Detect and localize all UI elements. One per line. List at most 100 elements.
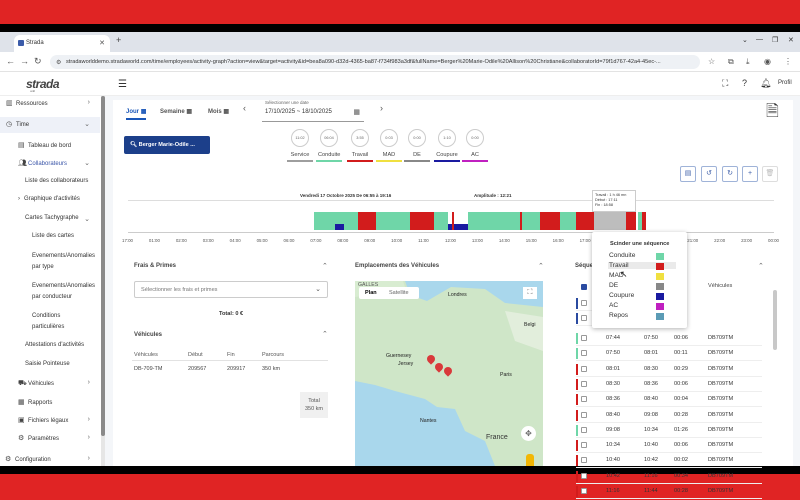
tab-jour[interactable]: Jour ▦ [126,108,147,120]
driver-select-button[interactable]: 🔍︎ Berger Marie-Odile ... [124,136,210,154]
strada-logo[interactable]: strada world [26,77,60,93]
split-option-travail[interactable]: Travail [608,262,676,269]
split-option-ac[interactable]: AC [609,302,618,309]
row-checkbox[interactable] [581,426,587,433]
split-option-de[interactable]: DE [609,282,618,289]
table-row[interactable]: 09:08 10:34 01:26 DB709TM [576,423,762,438]
new-tab-icon[interactable]: + [116,35,121,45]
collapse-map-icon[interactable]: ⌃ [538,262,544,270]
undo-button[interactable]: ↺ [701,166,717,182]
timeline-segment[interactable] [344,212,358,230]
map-compass-icon[interactable]: ✥ [521,426,536,441]
download-icon[interactable]: ⤓ [746,57,750,67]
map-fullscreen-icon[interactable]: ⛶ [523,287,537,299]
table-row[interactable]: 10:42 11:16 00:34 DB709TM [576,469,762,484]
split-option-repos[interactable]: Repos [609,312,628,319]
date-range-picker[interactable]: Sélectionner une date 17/10/2025 ~ 18/10… [262,100,364,122]
sidebar-item-cartes-tachygraphe[interactable]: Cartes Tachygraphe [25,215,79,221]
collapse-frais-icon[interactable]: ⌃ [322,262,328,270]
sidebar-item-liste-collaborateurs[interactable]: Liste des collaborateurs [25,178,88,184]
site-info-icon[interactable]: ⚙ [56,59,61,66]
row-checkbox[interactable] [581,472,587,479]
select-all-checkbox[interactable] [581,284,587,290]
url-field[interactable]: ⚙ stradaworlddemo.stradaworld.com/time/e… [50,55,700,69]
timeline-segment[interactable] [626,212,636,230]
account-icon[interactable]: ◉ [764,57,771,66]
sidebar-item-anomalies-type[interactable]: Evenements/Anomalies par type [32,251,96,273]
frais-select[interactable]: Sélectionner les frais et primes ⌄ [134,281,328,298]
row-checkbox[interactable] [581,457,587,464]
previous-period-icon[interactable]: ‹ [243,103,246,113]
timeline-segment[interactable] [448,224,468,230]
timeline-segment[interactable] [432,212,448,230]
pdf-export-icon[interactable]: 🗎︎ [766,100,779,127]
row-checkbox[interactable] [581,315,587,321]
sidebar-item-tableau-de-bord[interactable]: ▤ Tableau de bord [18,141,71,149]
row-checkbox[interactable] [581,335,587,341]
back-icon[interactable]: ← [6,56,15,66]
sequences-scrollbar[interactable] [773,290,777,350]
map-type-switch[interactable]: Plan Satellite [359,287,419,299]
sidebar-item-ressources[interactable]: ▥ Ressources [6,99,48,107]
sidebar-item-saisie-pointeuse[interactable]: Saisie Pointeuse [25,361,70,367]
forward-icon[interactable]: → [20,56,29,66]
delete-button[interactable]: 🗑︎ [762,166,778,182]
sidebar-item-parametres[interactable]: ⚙ Paramètres [18,434,59,442]
sidebar-item-vehicules[interactable]: ⛟Véhicules [18,379,54,388]
tab-mois[interactable]: Mois ▦ [208,108,229,115]
table-row[interactable]: 10:40 10:42 00:02 DB709TM [576,453,762,469]
sidebar-item-liste-cartes[interactable]: Liste des cartes [32,233,74,239]
browser-tab[interactable]: Strada ✕ [14,35,110,52]
sidebar-item-conditions[interactable]: Conditions particulières [32,311,82,333]
map-tab-satellite[interactable]: Satellite [389,290,409,296]
table-row[interactable]: 07:44 07:50 00:06 DB709TM [576,331,762,346]
row-checkbox[interactable] [581,411,587,418]
add-sequence-button[interactable]: + [742,166,758,182]
hamburger-menu-icon[interactable]: ☰ [118,79,127,90]
fullscreen-icon[interactable]: ⛶ [722,78,728,89]
collapse-vehicules-icon[interactable]: ⌃ [322,330,328,338]
table-row[interactable]: 07:50 08:01 00:11 DB709TM [576,346,762,362]
timeline-segment[interactable] [376,212,410,230]
split-option-coupure[interactable]: Coupure [609,292,634,299]
bookmark-star-icon[interactable]: ☆ [708,57,715,66]
reload-icon[interactable]: ↻ [34,56,42,67]
timeline-segment[interactable] [560,212,576,230]
next-period-icon[interactable]: › [380,103,383,113]
help-icon[interactable]: ? [742,78,747,88]
profile-link[interactable]: Profil [778,80,792,86]
sidebar-item-fichiers-legaux[interactable]: ▣ Fichiers légaux [18,416,68,424]
browser-menu-icon[interactable]: ⋮ [784,57,792,66]
row-checkbox[interactable] [581,365,587,372]
row-checkbox[interactable] [581,442,587,449]
map-tab-plan[interactable]: Plan [365,290,377,296]
close-window-icon[interactable]: ✕ [788,36,794,44]
table-row[interactable]: 08:01 08:30 00:29 DB709TM [576,362,762,377]
sidebar-item-rapports[interactable]: ▦ Rapports [18,398,52,406]
row-checkbox[interactable] [581,300,587,306]
sidebar-item-collaborateurs[interactable]: 👥︎Collaborateurs [18,159,67,167]
row-checkbox[interactable] [581,396,587,403]
row-checkbox[interactable] [581,350,587,357]
sidebar-item-attestations[interactable]: Attestations d'activités [25,342,84,348]
table-row[interactable]: 08:36 08:40 00:04 DB709TM [576,392,762,408]
notification-bell-icon[interactable]: 🔔︎ [760,78,771,89]
collapse-sequences-icon[interactable]: ⌃ [758,262,764,270]
table-row[interactable]: 08:30 08:36 00:06 DB709TM [576,377,762,392]
street-view-icon[interactable] [526,454,534,466]
sidebar-item-anomalies-conducteur[interactable]: Evenements/Anomalies par conducteur [32,281,96,303]
row-checkbox[interactable] [581,488,587,494]
extension-icon[interactable]: ⧉ [728,57,734,67]
table-row[interactable]: 10:34 10:40 00:06 DB709TM [576,438,762,454]
split-option-conduite[interactable]: Conduite [609,252,635,259]
timeline-segment[interactable] [594,212,628,230]
expand-tabs-icon[interactable]: ⌄ [742,36,748,44]
timeline-segment[interactable] [540,212,560,230]
row-checkbox[interactable] [581,380,587,387]
timeline-segment[interactable] [642,212,646,230]
sidebar-item-configuration[interactable]: ⚙ Configuration [5,455,51,463]
redo-button[interactable]: ↻ [722,166,738,182]
maximize-icon[interactable]: ❐ [772,36,778,44]
tab-semaine[interactable]: Semaine ▦ [160,108,192,115]
table-row[interactable]: 08:40 09:08 00:28 DB709TM [576,408,762,423]
